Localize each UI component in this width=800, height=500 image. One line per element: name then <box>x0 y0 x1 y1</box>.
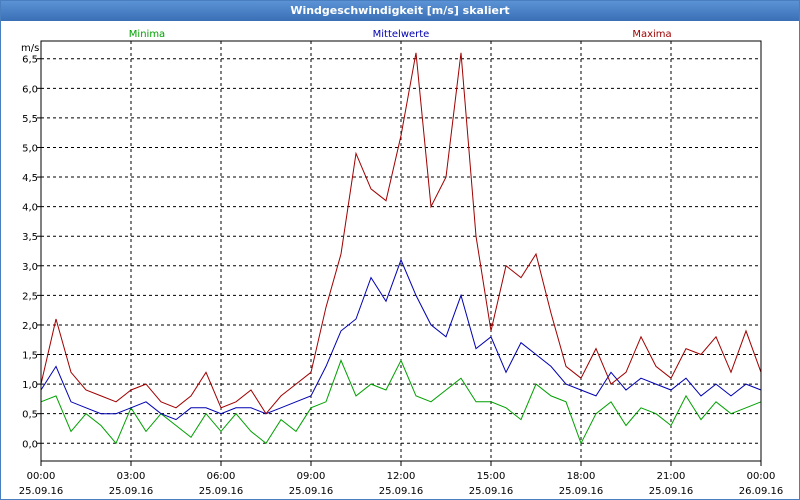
legend-mittelwerte: Mittelwerte <box>373 29 430 40</box>
y-tick-label: 6,0 <box>22 84 38 95</box>
y-tick-label: 1,0 <box>22 380 38 391</box>
y-tick-label: 0,5 <box>22 410 38 421</box>
y-tick-label: 3,0 <box>22 262 38 273</box>
y-tick-label: 6,5 <box>22 55 38 66</box>
x-tick-time: 21:00 <box>657 471 686 482</box>
x-tick-time: 03:00 <box>117 471 146 482</box>
chart-window: Windgeschwindigkeit [m/s] skaliert 0,0 0,… <box>0 0 800 500</box>
x-tick-date: 25.09.16 <box>379 486 424 497</box>
y-axis-label: m/s <box>21 43 39 54</box>
x-tick-date: 25.09.16 <box>19 486 64 497</box>
x-tick-date: 26.09.16 <box>739 486 784 497</box>
chart-title: Windgeschwindigkeit [m/s] skaliert <box>290 4 510 17</box>
title-bar: Windgeschwindigkeit [m/s] skaliert <box>1 1 799 21</box>
x-tick-date: 25.09.16 <box>199 486 244 497</box>
y-tick-label: 5,0 <box>22 143 38 154</box>
x-tick-date: 25.09.16 <box>559 486 604 497</box>
y-tick-label: 1,5 <box>22 351 38 362</box>
y-tick-label: 4,5 <box>22 173 38 184</box>
y-tick-label: 0,0 <box>22 439 38 450</box>
legend-maxima: Maxima <box>632 29 671 40</box>
x-tick-date: 25.09.16 <box>289 486 334 497</box>
x-tick-time: 09:00 <box>297 471 326 482</box>
grid <box>41 41 761 461</box>
legend-minima: Minima <box>129 29 165 40</box>
x-tick-date: 25.09.16 <box>469 486 514 497</box>
x-tick-time: 00:00 <box>27 471 56 482</box>
x-tick-time: 18:00 <box>567 471 596 482</box>
x-tick-time: 12:00 <box>387 471 416 482</box>
x-tick-time: 06:00 <box>207 471 236 482</box>
y-tick-label: 4,0 <box>22 203 38 214</box>
y-tick-label: 2,5 <box>22 291 38 302</box>
x-tick-date: 25.09.16 <box>109 486 154 497</box>
y-tick-label: 2,0 <box>22 321 38 332</box>
x-tick-date: 25.09.16 <box>649 486 694 497</box>
x-tick-time: 15:00 <box>477 471 506 482</box>
y-tick-label: 3,5 <box>22 232 38 243</box>
x-tick-time: 00:00 <box>747 471 776 482</box>
chart-svg: 0,0 0,5 1,0 1,5 2,0 2,5 3,0 3,5 4,0 4,5 5,0 5,5 6,0 6… <box>19 29 784 497</box>
y-tick-label: 5,5 <box>22 114 38 125</box>
